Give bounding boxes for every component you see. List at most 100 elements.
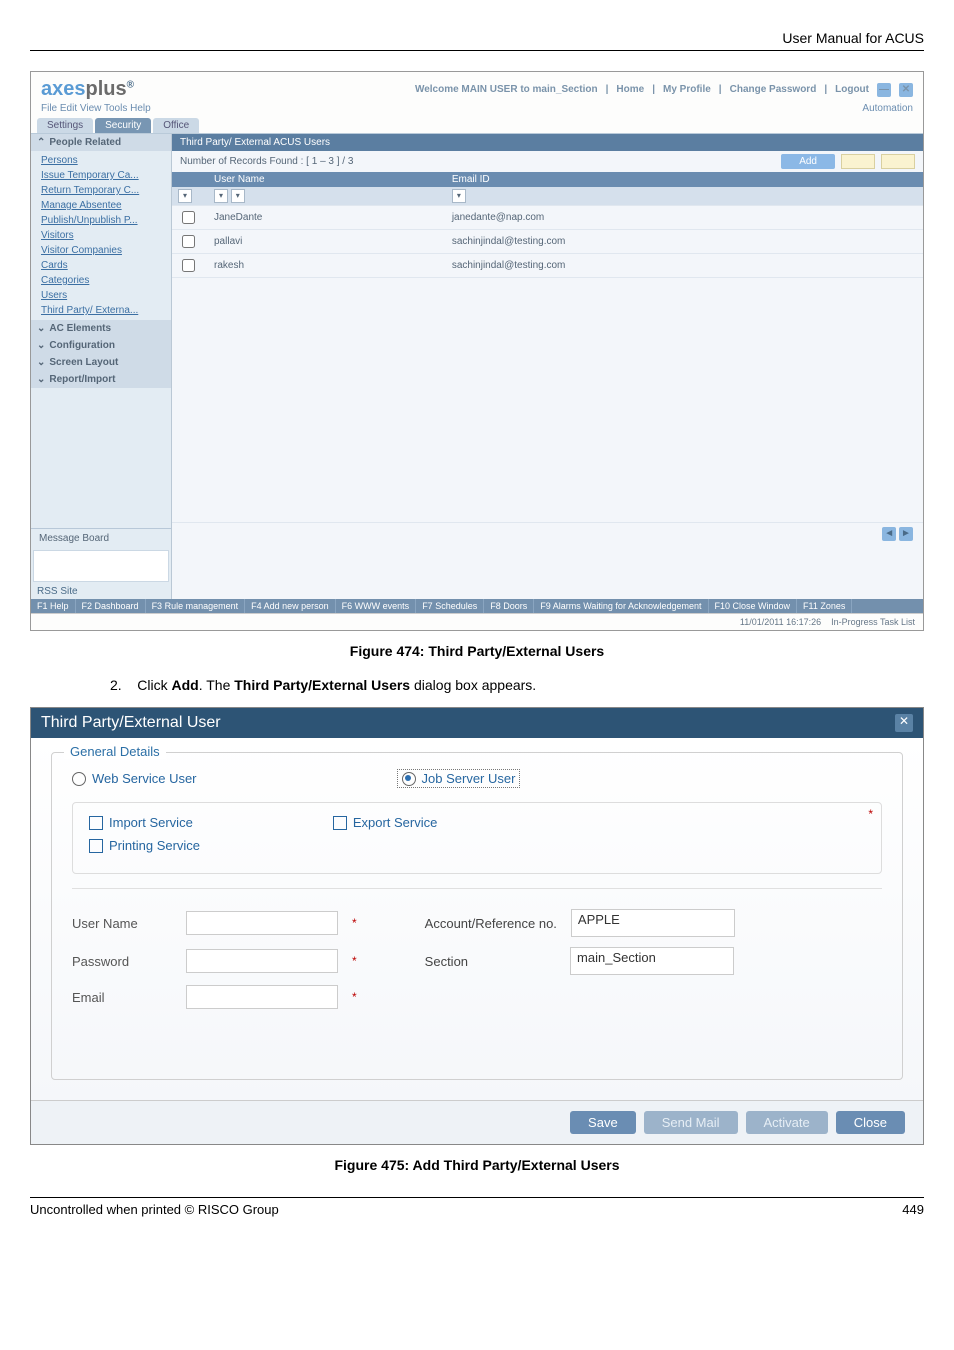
status-bar: F1 Help F2 Dashboard F3 Rule management …	[31, 599, 923, 613]
sidebar-item-visitor-companies[interactable]: Visitor Companies	[31, 243, 171, 258]
checkbox-export[interactable]: Export Service	[333, 815, 438, 830]
tab-settings[interactable]: Settings	[37, 118, 93, 133]
automation-link[interactable]: Automation	[862, 103, 913, 114]
filter-menu-icon[interactable]: ▾	[231, 189, 245, 203]
add-button[interactable]: Add	[781, 154, 835, 169]
sidebar-item-users[interactable]: Users	[31, 288, 171, 303]
f11-zones[interactable]: F11 Zones	[797, 599, 852, 613]
account-label: Account/Reference no.	[425, 916, 557, 931]
checkbox-import[interactable]: Import Service	[89, 815, 193, 830]
save-button[interactable]: Save	[570, 1111, 636, 1134]
page-header: User Manual for ACUS	[30, 30, 924, 51]
home-link[interactable]: Home	[616, 84, 644, 95]
sidebar-section-ac[interactable]: AC Elements	[49, 323, 111, 334]
profile-link[interactable]: My Profile	[663, 84, 711, 95]
expand-icon[interactable]: ⌃	[37, 137, 45, 148]
dialog-title: Third Party/External User	[41, 714, 221, 732]
section-label: Section	[425, 954, 468, 969]
chevron-icon[interactable]: ⌄	[37, 340, 45, 351]
f3-rule[interactable]: F3 Rule management	[146, 599, 246, 613]
required-icon: *	[352, 954, 357, 968]
logout-link[interactable]: Logout	[835, 84, 869, 95]
close-button[interactable]: Close	[836, 1111, 905, 1134]
send-mail-button[interactable]: Send Mail	[644, 1111, 738, 1134]
sidebar-item-absentee[interactable]: Manage Absentee	[31, 198, 171, 213]
f9-alarms[interactable]: F9 Alarms Waiting for Acknowledgement	[534, 599, 708, 613]
footer-left: Uncontrolled when printed © RISCO Group	[30, 1202, 279, 1217]
panel-title: Third Party/ External ACUS Users	[172, 134, 923, 151]
chevron-icon[interactable]: ⌄	[37, 374, 45, 385]
account-input[interactable]: APPLE	[571, 909, 735, 937]
close-icon[interactable]: ✕	[899, 83, 913, 97]
page-number: 449	[902, 1202, 924, 1217]
tab-security[interactable]: Security	[95, 118, 151, 133]
tab-office[interactable]: Office	[153, 118, 199, 133]
third-party-user-dialog: Third Party/External User ✕ General Deta…	[30, 707, 924, 1145]
filter-username[interactable]: ▾	[214, 189, 228, 203]
toolbar-button-2[interactable]	[881, 154, 915, 169]
rss-link[interactable]: RSS Site	[31, 584, 171, 599]
checkbox-printing[interactable]: Printing Service	[89, 838, 200, 853]
required-icon: *	[352, 990, 357, 1004]
sidebar-item-third-party[interactable]: Third Party/ Externa...	[31, 303, 171, 318]
pager-next-icon[interactable]: ►	[899, 527, 913, 541]
section-input[interactable]: main_Section	[570, 947, 734, 975]
filter-icon[interactable]: ▾	[178, 189, 192, 203]
password-input[interactable]	[186, 949, 338, 973]
users-table: User NameEmail ID ▾▾ ▾▾ JaneDantejanedan…	[172, 172, 923, 523]
sidebar: ⌃ People Related Persons Issue Temporary …	[31, 134, 172, 599]
sidebar-item-categories[interactable]: Categories	[31, 273, 171, 288]
row-checkbox[interactable]	[182, 211, 195, 224]
f8-doors[interactable]: F8 Doors	[484, 599, 534, 613]
table-row[interactable]: rakeshsachinjindal@testing.com	[172, 254, 923, 278]
message-board-area	[33, 550, 169, 582]
task-list-link[interactable]: In-Progress Task List	[831, 617, 915, 627]
col-email[interactable]: Email ID	[446, 172, 923, 187]
table-row[interactable]: JaneDantejanedante@nap.com	[172, 206, 923, 230]
sidebar-item-publish[interactable]: Publish/Unpublish P...	[31, 213, 171, 228]
f10-close[interactable]: F10 Close Window	[709, 599, 798, 613]
f7-schedules[interactable]: F7 Schedules	[416, 599, 484, 613]
app-screenshot-main: axesplus® Welcome MAIN USER to main_Sect…	[30, 71, 924, 631]
f1-help[interactable]: F1 Help	[31, 599, 76, 613]
col-username[interactable]: User Name	[208, 172, 446, 187]
chevron-icon[interactable]: ⌄	[37, 323, 45, 334]
fieldset-legend: General Details	[64, 744, 166, 759]
sidebar-section-config[interactable]: Configuration	[49, 340, 115, 351]
sidebar-item-cards[interactable]: Cards	[31, 258, 171, 273]
f4-add-person[interactable]: F4 Add new person	[245, 599, 336, 613]
change-password-link[interactable]: Change Password	[730, 84, 817, 95]
password-label: Password	[72, 954, 172, 969]
dialog-close-icon[interactable]: ✕	[895, 714, 913, 732]
sidebar-section-report[interactable]: Report/Import	[49, 374, 115, 385]
sidebar-item-visitors[interactable]: Visitors	[31, 228, 171, 243]
row-checkbox[interactable]	[182, 259, 195, 272]
app-menu[interactable]: File Edit View Tools Help	[41, 103, 151, 114]
f2-dashboard[interactable]: F2 Dashboard	[76, 599, 146, 613]
figure-caption-475: Figure 475: Add Third Party/External Use…	[30, 1157, 924, 1173]
welcome-text: Welcome MAIN USER to main_Section	[415, 84, 598, 95]
minimize-icon[interactable]: —	[877, 83, 891, 97]
toolbar-button-1[interactable]	[841, 154, 875, 169]
timestamp: 11/01/2011 16:17:26	[740, 617, 821, 627]
radio-job-server[interactable]: Job Server User	[397, 769, 521, 788]
page-footer: Uncontrolled when printed © RISCO Group …	[30, 1197, 924, 1217]
top-links: Welcome MAIN USER to main_Section | Home…	[415, 83, 913, 97]
email-input[interactable]	[186, 985, 338, 1009]
sidebar-item-persons[interactable]: Persons	[31, 153, 171, 168]
table-row[interactable]: pallavisachinjindal@testing.com	[172, 230, 923, 254]
sidebar-section-layout[interactable]: Screen Layout	[49, 357, 118, 368]
activate-button[interactable]: Activate	[746, 1111, 828, 1134]
filter-email[interactable]: ▾	[452, 189, 466, 203]
pager-prev-icon[interactable]: ◄	[882, 527, 896, 541]
username-input[interactable]	[186, 911, 338, 935]
records-count: Number of Records Found : [ 1 – 3 ] / 3	[180, 156, 353, 167]
chevron-icon[interactable]: ⌄	[37, 357, 45, 368]
f6-www[interactable]: F6 WWW events	[336, 599, 417, 613]
sidebar-header: People Related	[49, 137, 121, 148]
row-checkbox[interactable]	[182, 235, 195, 248]
email-label: Email	[72, 990, 172, 1005]
sidebar-item-issue-temp[interactable]: Issue Temporary Ca...	[31, 168, 171, 183]
sidebar-item-return-temp[interactable]: Return Temporary C...	[31, 183, 171, 198]
radio-web-service[interactable]: Web Service User	[72, 769, 197, 788]
